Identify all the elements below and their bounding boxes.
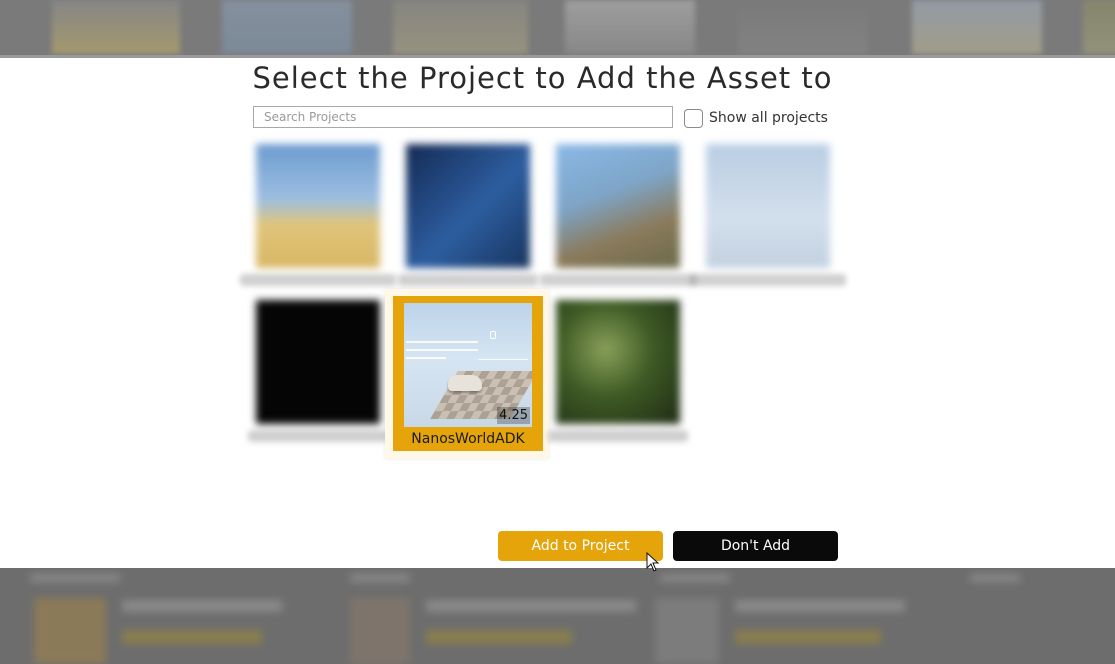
project-tile[interactable] bbox=[248, 298, 388, 448]
project-thumbnail: 4.25 bbox=[404, 303, 532, 427]
background-asset-list bbox=[0, 568, 1115, 664]
dont-add-button[interactable]: Don't Add bbox=[673, 531, 838, 561]
project-tile-selected[interactable]: 4.25 NanosWorldADK bbox=[393, 296, 543, 451]
background-thumb bbox=[738, 0, 868, 54]
show-all-label: Show all projects bbox=[709, 110, 828, 126]
project-tile[interactable] bbox=[690, 142, 846, 292]
search-projects-input[interactable] bbox=[253, 106, 673, 128]
background-asset-strip bbox=[0, 0, 1115, 58]
project-tile[interactable] bbox=[548, 298, 688, 448]
select-project-dialog: Select the Project to Add the Asset to S… bbox=[0, 58, 1115, 568]
project-thumbnail bbox=[556, 300, 680, 424]
show-all-projects-toggle[interactable]: Show all projects bbox=[684, 108, 828, 128]
engine-version-badge: 4.25 bbox=[497, 407, 530, 424]
project-thumbnail bbox=[706, 144, 830, 268]
project-name bbox=[240, 274, 396, 286]
project-tile[interactable] bbox=[540, 142, 696, 292]
add-to-project-button[interactable]: Add to Project bbox=[498, 531, 663, 561]
background-thumb bbox=[1083, 0, 1115, 54]
project-thumbnail bbox=[256, 144, 380, 268]
project-tile[interactable] bbox=[398, 142, 538, 292]
project-tile[interactable] bbox=[240, 142, 396, 292]
project-thumbnail bbox=[556, 144, 680, 268]
background-thumb bbox=[222, 0, 352, 54]
background-thumb bbox=[52, 0, 180, 54]
project-thumbnail bbox=[406, 144, 530, 268]
project-name bbox=[540, 274, 696, 286]
dialog-title: Select the Project to Add the Asset to bbox=[252, 61, 833, 95]
show-all-checkbox[interactable] bbox=[684, 108, 703, 128]
mouse-cursor-icon bbox=[646, 552, 660, 572]
project-name bbox=[548, 430, 688, 442]
background-thumb bbox=[565, 0, 695, 54]
project-name bbox=[690, 274, 846, 286]
background-thumb bbox=[393, 0, 528, 54]
project-name bbox=[398, 274, 538, 286]
project-name bbox=[248, 430, 388, 442]
billboard-icon bbox=[490, 331, 496, 339]
project-thumbnail bbox=[256, 300, 380, 424]
car-icon bbox=[448, 375, 482, 391]
project-name: NanosWorldADK bbox=[411, 431, 525, 447]
background-thumb bbox=[912, 0, 1042, 54]
